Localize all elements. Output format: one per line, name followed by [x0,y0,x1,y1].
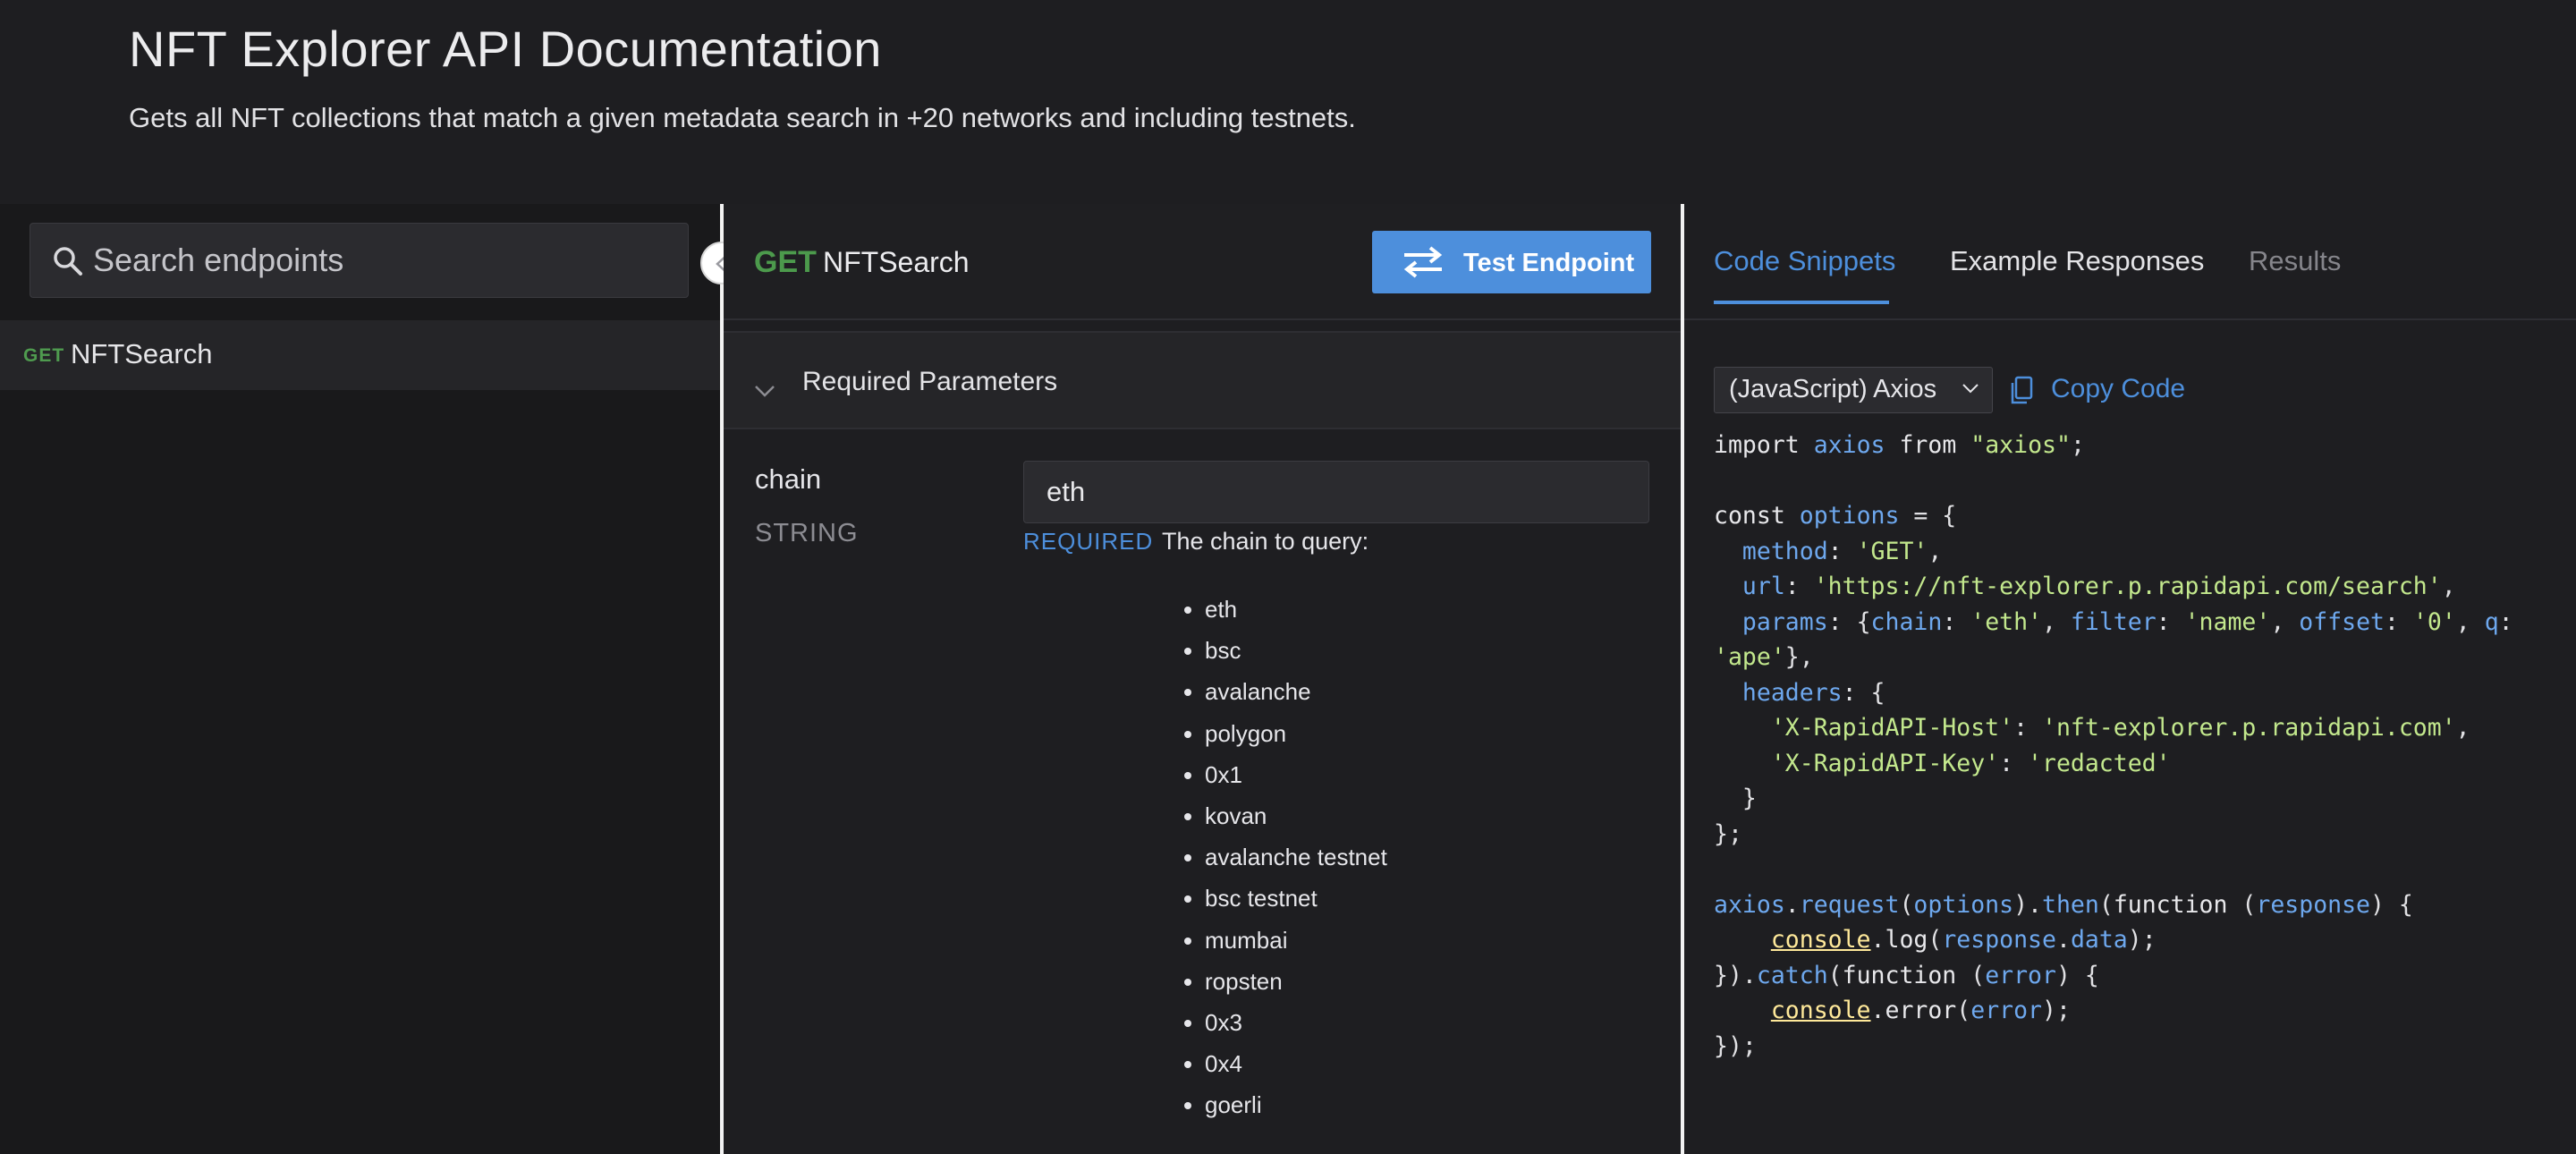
endpoint-header: GET NFTSearch Test Endpoint [724,204,1681,320]
test-endpoint-label: Test Endpoint [1463,249,1635,277]
code-line: 'X-RapidAPI-Key': 'redacted' [1770,749,2171,777]
code-line: 'ape'}, [1714,643,1814,671]
language-select[interactable]: (JavaScript) Axios [1714,367,1993,413]
code-line: method: 'GET', [1741,537,1943,565]
code-line: }; [1714,819,1742,848]
code-panel-tabs: Code Snippets Example Responses Results [1684,204,2576,320]
list-item: goerli [1205,1084,1387,1125]
code-line: url: 'https://nft-explorer.p.rapidapi.co… [1741,573,2456,600]
code-line: params: {chain: 'eth', filter: 'name', o… [1741,607,2513,636]
code-line: console.log(response.data); [1770,926,2157,954]
list-item: kovan [1205,795,1387,836]
copy-code-label: Copy Code [2051,374,2186,403]
list-item: 0x1 [1205,754,1387,795]
tab-code-snippets[interactable]: Code Snippets [1714,245,1895,277]
param-type: STRING [755,519,859,547]
list-item: bsc testnet [1205,878,1387,919]
active-tab-indicator [1714,301,1889,304]
search-box[interactable] [30,223,689,298]
chain-options-list: eth bsc avalanche polygon 0x1 kovan aval… [1178,589,1387,1125]
required-parameters-label: Required Parameters [802,367,1058,396]
language-select-value: (JavaScript) Axios [1729,375,1937,403]
list-item: avalanche [1205,671,1387,712]
sidebar: GET NFTSearch [0,204,720,1154]
code-line: }).catch(function (error) { [1714,961,2099,989]
code-line: } [1714,785,1757,812]
search-input[interactable] [93,224,674,297]
list-item: avalanche testnet [1205,836,1387,878]
tab-example-responses[interactable]: Example Responses [1950,245,2204,277]
list-item: 0x3 [1205,1002,1387,1043]
required-parameters-toggle[interactable]: Required Parameters [724,333,1681,429]
code-panel: Code Snippets Example Responses Results … [1684,204,2576,1154]
copy-icon [2011,376,2033,404]
chevron-down-icon [755,386,775,397]
page-title: NFT Explorer API Documentation [129,21,882,77]
sidebar-item-method: GET [23,345,65,366]
list-item: bsc [1205,630,1387,671]
code-line: }); [1714,1031,1757,1060]
sidebar-item-nftsearch[interactable]: GET NFTSearch [0,320,720,390]
page-header: NFT Explorer API Documentation Gets all … [0,0,2576,204]
list-item: mumbai [1205,920,1387,961]
code-line: headers: { [1741,678,1885,707]
page-description: Gets all NFT collections that match a gi… [129,102,1356,133]
endpoint-name: NFTSearch [823,246,970,278]
chevron-down-icon [1962,384,1979,394]
required-badge: REQUIRED [1023,528,1154,555]
param-name: chain [755,463,822,495]
code-line: import axios from "axios"; [1714,431,2085,459]
code-line: const options = { [1714,502,1957,530]
sidebar-item-label: NFTSearch [71,338,213,369]
test-endpoint-button[interactable]: Test Endpoint [1372,231,1651,293]
swap-arrows-icon [1403,246,1443,278]
endpoint-method: GET [754,245,817,279]
code-line: axios.request(options).then(function (re… [1714,890,2413,919]
code-line: console.error(error); [1770,997,2071,1024]
list-item: polygon [1205,713,1387,754]
search-icon [54,247,82,276]
param-description: The chain to query: [1162,528,1369,555]
tab-results[interactable]: Results [2249,245,2341,277]
list-item: ropsten [1205,961,1387,1002]
list-item: eth [1205,589,1387,630]
list-item: 0x4 [1205,1043,1387,1084]
endpoint-panel: GET NFTSearch Test Endpoint Required Par… [724,204,1681,1154]
code-snippet: import axios from "axios"; const options… [1714,428,2563,1064]
chain-param-input[interactable] [1023,461,1649,523]
code-line: 'X-RapidAPI-Host': 'nft-explorer.p.rapid… [1770,714,2470,742]
